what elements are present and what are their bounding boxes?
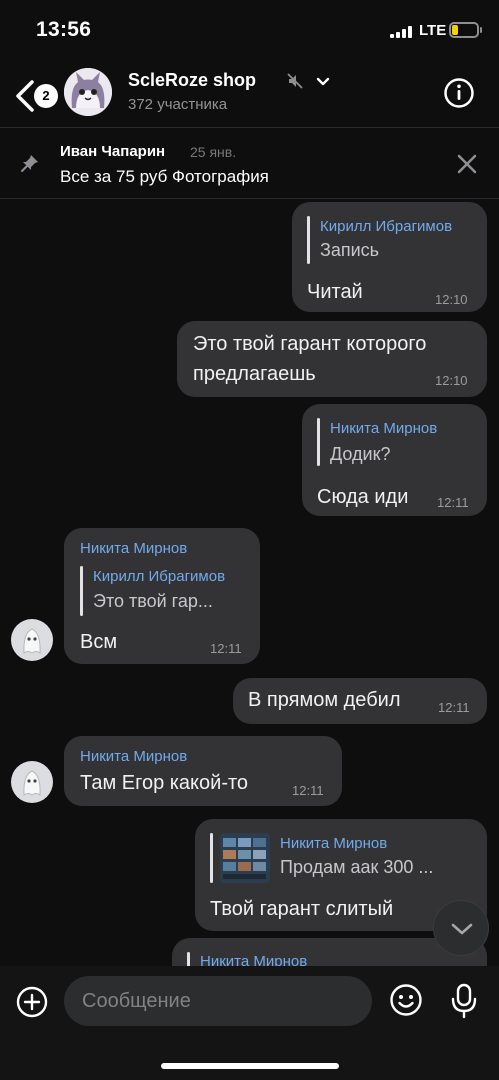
message-text: Читай xyxy=(307,281,363,303)
chat-header: 2 ScleRoze shop 372 участника xyxy=(0,60,499,128)
message-time: 12:11 xyxy=(210,641,242,656)
message-input[interactable] xyxy=(64,976,372,1026)
message-bubble[interactable]: Это твой гарант которого предлагаешь 12:… xyxy=(177,321,487,397)
chevron-down-icon[interactable] xyxy=(314,72,332,90)
message-bubble[interactable]: Никита Мирнов Там Егор какой-то 12:11 xyxy=(64,736,342,806)
reply-quote-bar xyxy=(317,418,320,466)
message-text: Твой гарант слитый xyxy=(210,898,394,920)
pinned-author: Иван Чапарин xyxy=(60,143,166,160)
message-text: Сюда иди xyxy=(317,486,409,508)
member-count: 372 участника xyxy=(128,96,228,113)
reply-quote-bar xyxy=(307,216,310,264)
sender-name: Никита Мирнов xyxy=(80,748,188,765)
reply-text: Запись xyxy=(320,240,380,260)
reply-author: Никита Мирнов xyxy=(280,835,388,852)
message-bubble[interactable]: Кирилл Ибрагимов Запись Читай 12:10 xyxy=(292,202,487,312)
cat-avatar-icon xyxy=(64,68,112,116)
reply-quote-bar xyxy=(210,833,213,883)
reply-image-thumbnail xyxy=(220,833,270,883)
pin-icon xyxy=(21,155,38,172)
message-composer xyxy=(0,966,499,1080)
status-bar: 13:56 LTE xyxy=(0,0,499,60)
pinned-message[interactable]: Иван Чапарин 25 янв. Все за 75 руб Фотог… xyxy=(0,129,499,199)
close-icon[interactable] xyxy=(456,153,478,175)
pinned-date: 25 янв. xyxy=(190,144,237,160)
reply-author: Никита Мирнов xyxy=(330,420,438,437)
avatar[interactable] xyxy=(11,619,53,661)
reply-author: Никита Мирнов xyxy=(200,953,308,966)
message-text: В прямом дебил xyxy=(248,689,401,711)
ghost-avatar-icon xyxy=(23,770,41,796)
message-bubble[interactable]: В прямом дебил 12:11 xyxy=(233,678,487,724)
muted-speaker-icon xyxy=(287,73,303,89)
battery-level xyxy=(452,25,458,35)
unread-badge: 2 xyxy=(34,84,58,108)
photo-icon xyxy=(220,833,270,883)
chevron-down-icon xyxy=(451,923,473,935)
reply-text: Додик? xyxy=(330,444,391,464)
message-feed[interactable]: Кирилл Ибрагимов Запись Читай 12:10 Это … xyxy=(0,200,499,966)
ghost-avatar-icon xyxy=(23,628,41,654)
message-bubble[interactable]: Никита Мирнов Кирилл Ибрагимов Это твой … xyxy=(64,528,260,664)
reply-author: Кирилл Ибрагимов xyxy=(93,568,226,585)
avatar[interactable] xyxy=(11,761,53,803)
message-text-line-1: Это твой гарант которого xyxy=(193,333,427,355)
message-time: 12:11 xyxy=(292,783,324,798)
message-time: 12:10 xyxy=(435,373,468,388)
message-time: 12:11 xyxy=(437,495,469,510)
info-icon[interactable] xyxy=(443,77,475,109)
back-button[interactable]: 2 xyxy=(12,76,58,116)
reply-author: Кирилл Ибрагимов xyxy=(320,218,453,235)
chat-avatar[interactable] xyxy=(64,68,112,116)
reply-quote-bar xyxy=(187,952,190,966)
network-type: LTE xyxy=(419,22,447,39)
message-text: Там Егор какой-то xyxy=(80,772,249,794)
message-text-line-2: предлагаешь xyxy=(193,363,316,385)
message-bubble[interactable]: Никита Мирнов Додик? Сюда иди 12:11 xyxy=(302,404,487,516)
message-text: Всм xyxy=(80,631,118,653)
scroll-to-bottom-button[interactable] xyxy=(433,900,489,956)
status-time: 13:56 xyxy=(36,18,92,41)
emoji-icon[interactable] xyxy=(389,983,423,1017)
pinned-text: Все за 75 руб Фотография xyxy=(60,167,269,186)
add-attachment-icon[interactable] xyxy=(16,986,48,1018)
message-time: 12:10 xyxy=(435,292,468,307)
signal-icon xyxy=(390,26,412,38)
chat-title[interactable]: ScleRoze shop xyxy=(128,70,256,91)
reply-quote-bar xyxy=(80,566,83,616)
battery-icon xyxy=(449,22,482,38)
reply-text: Продам аак 300 ... xyxy=(280,857,434,877)
home-indicator xyxy=(161,1063,339,1069)
reply-text: Это твой гар... xyxy=(93,591,213,611)
microphone-icon[interactable] xyxy=(451,983,477,1019)
sender-name: Никита Мирнов xyxy=(80,540,188,557)
message-time: 12:11 xyxy=(438,700,470,715)
